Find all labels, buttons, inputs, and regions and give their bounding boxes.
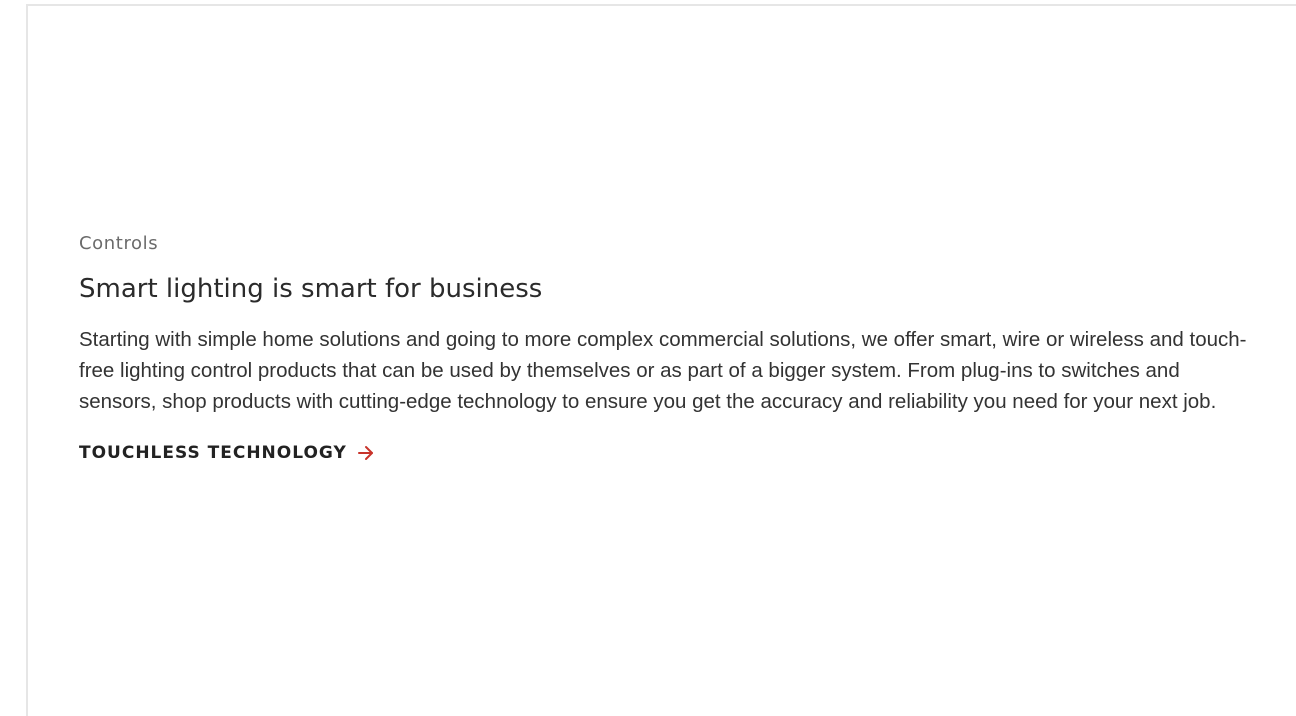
content-panel: Controls Smart lighting is smart for bus…	[26, 4, 1296, 716]
section-body: Starting with simple home solutions and …	[79, 328, 1247, 413]
section-content: Controls Smart lighting is smart for bus…	[79, 230, 1249, 467]
touchless-technology-link[interactable]: TOUCHLESS TECHNOLOGY	[79, 439, 375, 467]
arrow-right-icon	[357, 444, 375, 462]
cta-label: TOUCHLESS TECHNOLOGY	[79, 443, 347, 463]
section-headline: Smart lighting is smart for business	[79, 274, 543, 304]
section-eyebrow: Controls	[79, 233, 159, 254]
